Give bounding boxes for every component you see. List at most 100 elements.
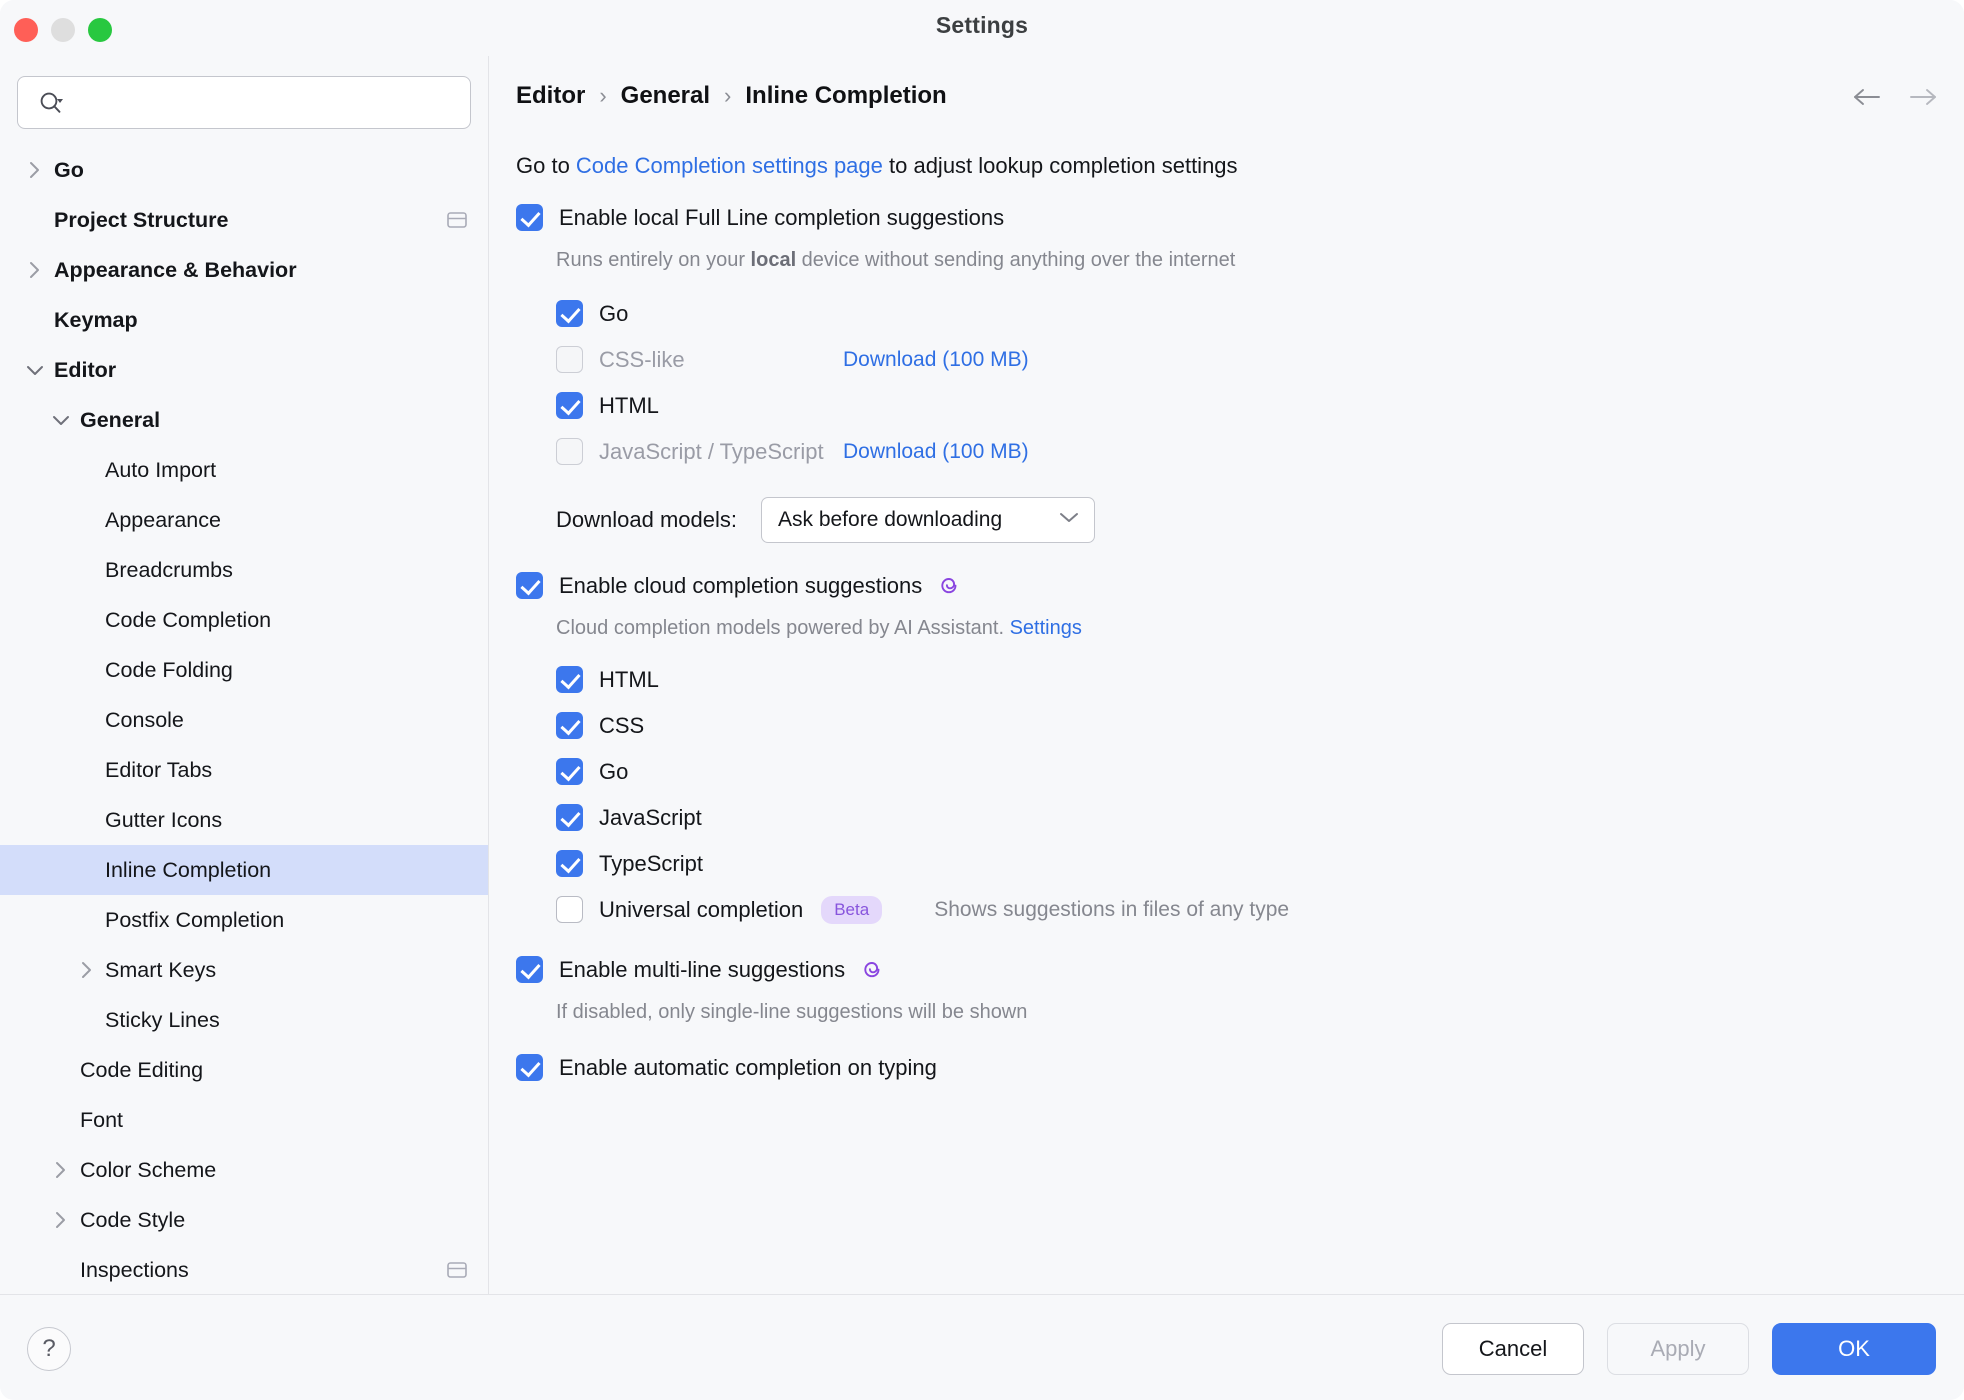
enable-cloud-completion-row[interactable]: Enable cloud completion suggestions (516, 571, 1946, 601)
sidebar-item-general[interactable]: General (0, 395, 488, 445)
local-language-checkbox[interactable] (556, 300, 583, 328)
sidebar-item-console[interactable]: Console (0, 695, 488, 745)
local-language-row[interactable]: JavaScript / TypeScript Download (100 MB) (556, 429, 1946, 475)
universal-completion-checkbox[interactable] (556, 896, 583, 924)
enable-automatic-completion-label: Enable automatic completion on typing (559, 1054, 937, 1080)
settings-content: Editor › General › Inline Completion Go … (490, 56, 1964, 1294)
help-button[interactable]: ? (27, 1327, 71, 1371)
search-icon (38, 90, 64, 116)
cloud-language-checkbox[interactable] (556, 712, 583, 740)
apply-button[interactable]: Apply (1607, 1323, 1749, 1375)
sidebar-item-code-completion[interactable]: Code Completion (0, 595, 488, 645)
enable-multiline-checkbox[interactable] (516, 956, 543, 984)
chevron-right-icon[interactable] (74, 945, 100, 995)
cloud-language-row[interactable]: HTML (556, 657, 1946, 703)
sidebar-item-inline-completion[interactable]: Inline Completion (0, 845, 488, 895)
local-language-label: HTML (599, 392, 659, 418)
local-language-row[interactable]: HTML (556, 383, 1946, 429)
enable-automatic-completion-row[interactable]: Enable automatic completion on typing (516, 1053, 1946, 1083)
cloud-language-row[interactable]: Go (556, 749, 1946, 795)
sidebar-item-gutter-icons[interactable]: Gutter Icons (0, 795, 488, 845)
sidebar-item-keymap[interactable]: Keymap (0, 295, 488, 345)
universal-completion-row[interactable]: Universal completion Beta Shows suggesti… (556, 887, 1946, 933)
download-models-select[interactable]: Ask before downloading (760, 496, 1095, 543)
enable-multiline-row[interactable]: Enable multi-line suggestions (516, 955, 1946, 985)
chevron-down-icon[interactable] (22, 345, 48, 395)
cloud-language-label: Go (599, 758, 629, 784)
ai-assistant-settings-link[interactable]: Settings (1010, 617, 1082, 639)
download-models-label: Download models: (556, 506, 737, 532)
local-language-list: Go CSS-like Download (100 MB) HTML JavaScrip… (516, 291, 1946, 475)
local-description: Runs entirely on your local device witho… (556, 247, 1946, 273)
enable-cloud-completion-checkbox[interactable] (516, 572, 543, 600)
local-language-row[interactable]: CSS-like Download (100 MB) (556, 337, 1946, 383)
sidebar-item-code-editing[interactable]: Code Editing (0, 1045, 488, 1095)
local-language-checkbox[interactable] (556, 392, 583, 420)
enable-automatic-completion-checkbox[interactable] (516, 1054, 543, 1082)
sidebar-item-breadcrumbs[interactable]: Breadcrumbs (0, 545, 488, 595)
arrow-right-icon[interactable] (1908, 82, 1938, 112)
local-language-label: JavaScript / TypeScript (599, 438, 824, 464)
sidebar-item-font[interactable]: Font (0, 1095, 488, 1145)
download-model-link[interactable]: Download (100 MB) (843, 348, 1029, 372)
chevron-right-icon[interactable] (22, 145, 48, 195)
sidebar-item-code-style[interactable]: Code Style (0, 1195, 488, 1245)
sidebar-item-inspections[interactable]: Inspections (0, 1245, 488, 1294)
chevron-right-icon[interactable] (22, 245, 48, 295)
sidebar-item-editor[interactable]: Editor (0, 345, 488, 395)
code-completion-settings-link[interactable]: Code Completion settings page (576, 153, 883, 178)
sidebar-item-label: Editor Tabs (105, 757, 213, 782)
sidebar-item-appearance-behavior[interactable]: Appearance & Behavior (0, 245, 488, 295)
cloud-language-checkbox[interactable] (556, 758, 583, 786)
window-title: Settings (935, 12, 1029, 38)
sidebar-item-label: Project Structure (54, 207, 229, 232)
enable-local-full-line-row[interactable]: Enable local Full Line completion sugges… (516, 203, 1946, 233)
search-input[interactable] (64, 91, 470, 114)
local-description-bold: local (750, 248, 797, 271)
cloud-language-checkbox[interactable] (556, 804, 583, 832)
breadcrumb-item-inline-completion: Inline Completion (745, 82, 947, 109)
breadcrumb-item-general[interactable]: General (621, 82, 710, 110)
cloud-language-label: CSS (599, 712, 645, 738)
cloud-language-row[interactable]: TypeScript (556, 841, 1946, 887)
sidebar-item-label: Appearance (105, 507, 221, 532)
chevron-right-icon[interactable] (48, 1195, 74, 1245)
sidebar-item-label: Code Style (80, 1207, 186, 1232)
chevron-down-icon (1058, 510, 1080, 529)
universal-completion-hint: Shows suggestions in files of any type (934, 897, 1290, 921)
breadcrumb-item-editor[interactable]: Editor (516, 82, 585, 110)
cloud-language-row[interactable]: JavaScript (556, 795, 1946, 841)
sidebar-item-auto-import[interactable]: Auto Import (0, 445, 488, 495)
search-field[interactable] (17, 76, 471, 129)
sidebar-item-color-scheme[interactable]: Color Scheme (0, 1145, 488, 1195)
project-scope-icon (446, 1260, 468, 1280)
arrow-left-icon[interactable] (1852, 82, 1882, 112)
enable-local-full-line-checkbox[interactable] (516, 204, 543, 232)
ok-button[interactable]: OK (1772, 1323, 1936, 1375)
cloud-language-checkbox[interactable] (556, 850, 583, 878)
sidebar-item-label: Code Folding (105, 657, 233, 682)
local-language-row[interactable]: Go (556, 291, 1946, 337)
sidebar-item-sticky-lines[interactable]: Sticky Lines (0, 995, 488, 1045)
cloud-language-row[interactable]: CSS (556, 703, 1946, 749)
chevron-down-icon[interactable] (48, 395, 74, 445)
sidebar-item-appearance[interactable]: Appearance (0, 495, 488, 545)
sidebar-item-label: Auto Import (105, 457, 217, 482)
cancel-button[interactable]: Cancel (1442, 1323, 1584, 1375)
sidebar-item-go[interactable]: Go (0, 145, 488, 195)
sidebar-item-code-folding[interactable]: Code Folding (0, 645, 488, 695)
ai-assistant-icon (859, 957, 885, 983)
enable-cloud-completion-label: Enable cloud completion suggestions (559, 572, 923, 598)
cloud-language-label: TypeScript (599, 850, 703, 876)
sidebar-item-editor-tabs[interactable]: Editor Tabs (0, 745, 488, 795)
sidebar-item-smart-keys[interactable]: Smart Keys (0, 945, 488, 995)
sidebar-item-project-structure[interactable]: Project Structure (0, 195, 488, 245)
download-model-link[interactable]: Download (100 MB) (843, 440, 1029, 464)
local-description-post: device without sending anything over the… (796, 248, 1236, 271)
sidebar-item-label: Inspections (80, 1257, 189, 1282)
sidebar-item-label: Postfix Completion (105, 907, 285, 932)
sidebar-item-label: Breadcrumbs (105, 557, 233, 582)
chevron-right-icon[interactable] (48, 1145, 74, 1195)
cloud-language-checkbox[interactable] (556, 666, 583, 694)
sidebar-item-postfix-completion[interactable]: Postfix Completion (0, 895, 488, 945)
